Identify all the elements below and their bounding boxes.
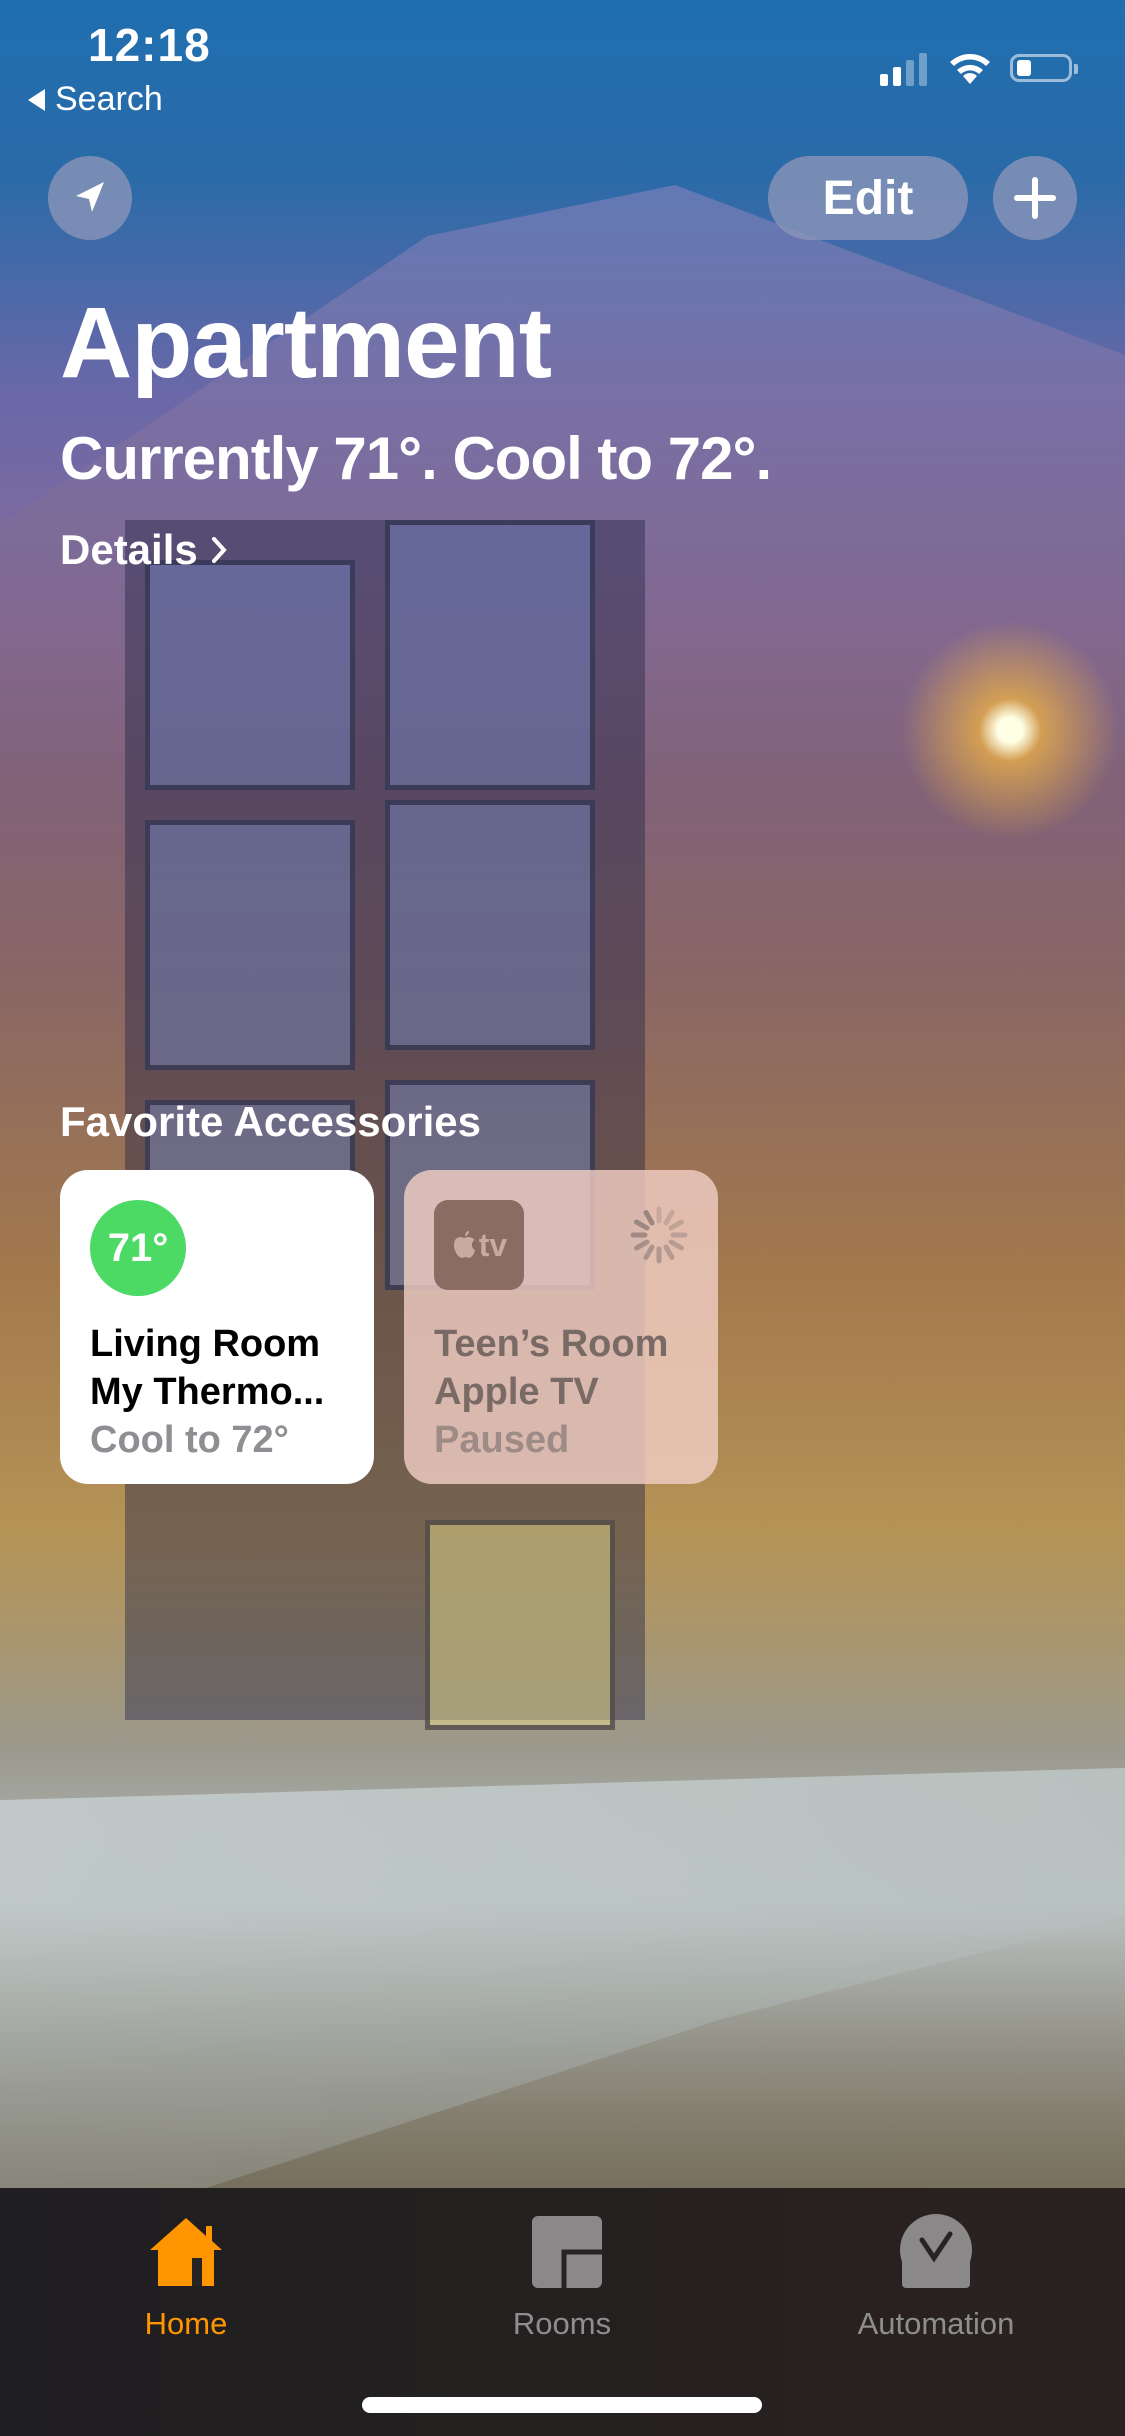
add-button[interactable] — [993, 156, 1077, 240]
street-light-glow — [900, 620, 1120, 840]
plus-icon — [1014, 177, 1056, 219]
window — [145, 560, 355, 790]
tab-home-label: Home — [144, 2306, 228, 2341]
location-button[interactable] — [48, 156, 132, 240]
home-indicator[interactable] — [362, 2397, 762, 2413]
status-bar: 12:18 Search — [0, 0, 1125, 120]
back-to-search-link[interactable]: Search — [28, 80, 163, 119]
accessory-tile-apple-tv[interactable]: tv Teen’s Room Apple TV Paused — [404, 1170, 718, 1484]
accessory-name: My Thermo... — [90, 1371, 325, 1413]
accessory-status: Cool to 72° — [90, 1419, 289, 1461]
window — [385, 520, 595, 790]
window — [385, 800, 595, 1050]
wifi-icon — [950, 54, 990, 84]
window — [145, 820, 355, 1070]
back-triangle-icon — [28, 88, 45, 111]
tab-rooms-label: Rooms — [512, 2306, 612, 2341]
accessory-room: Living Room — [90, 1323, 321, 1365]
details-label: Details — [60, 526, 198, 573]
ground — [0, 1900, 1125, 2188]
tab-automation-label: Automation — [857, 2306, 1015, 2341]
accessory-room: Teen’s Room — [434, 1323, 669, 1365]
apple-tv-label: tv — [478, 1226, 508, 1263]
home-title: Apartment — [60, 287, 552, 399]
favorite-accessories-heading: Favorite Accessories — [60, 1098, 482, 1145]
climate-summary: Currently 71°. Cool to 72°. — [60, 425, 772, 492]
tab-automation[interactable]: Automation — [816, 2210, 1056, 2342]
edit-button[interactable]: Edit — [768, 156, 968, 240]
apple-tv-icon: tv — [434, 1200, 524, 1290]
tab-home[interactable]: Home — [66, 2210, 306, 2342]
chevron-right-icon — [211, 537, 227, 563]
temperature-badge: 71° — [90, 1200, 186, 1296]
house-icon — [150, 2218, 222, 2286]
battery-icon — [1010, 54, 1078, 82]
accessory-status: Paused — [434, 1419, 570, 1461]
accessory-name: Apple TV — [434, 1371, 599, 1413]
tab-rooms[interactable]: Rooms — [442, 2210, 682, 2342]
window — [425, 1520, 615, 1730]
loading-spinner-icon — [630, 1206, 688, 1264]
rooms-icon — [532, 2216, 602, 2288]
clock-check-icon — [900, 2214, 972, 2288]
cellular-signal-icon — [880, 52, 927, 86]
back-label: Search — [55, 80, 163, 118]
details-link[interactable]: Details — [60, 526, 228, 574]
accessory-tile-thermostat[interactable]: 71° Living Room My Thermo... Cool to 72° — [60, 1170, 374, 1484]
location-arrow-icon — [76, 182, 104, 212]
status-time: 12:18 — [88, 19, 211, 71]
